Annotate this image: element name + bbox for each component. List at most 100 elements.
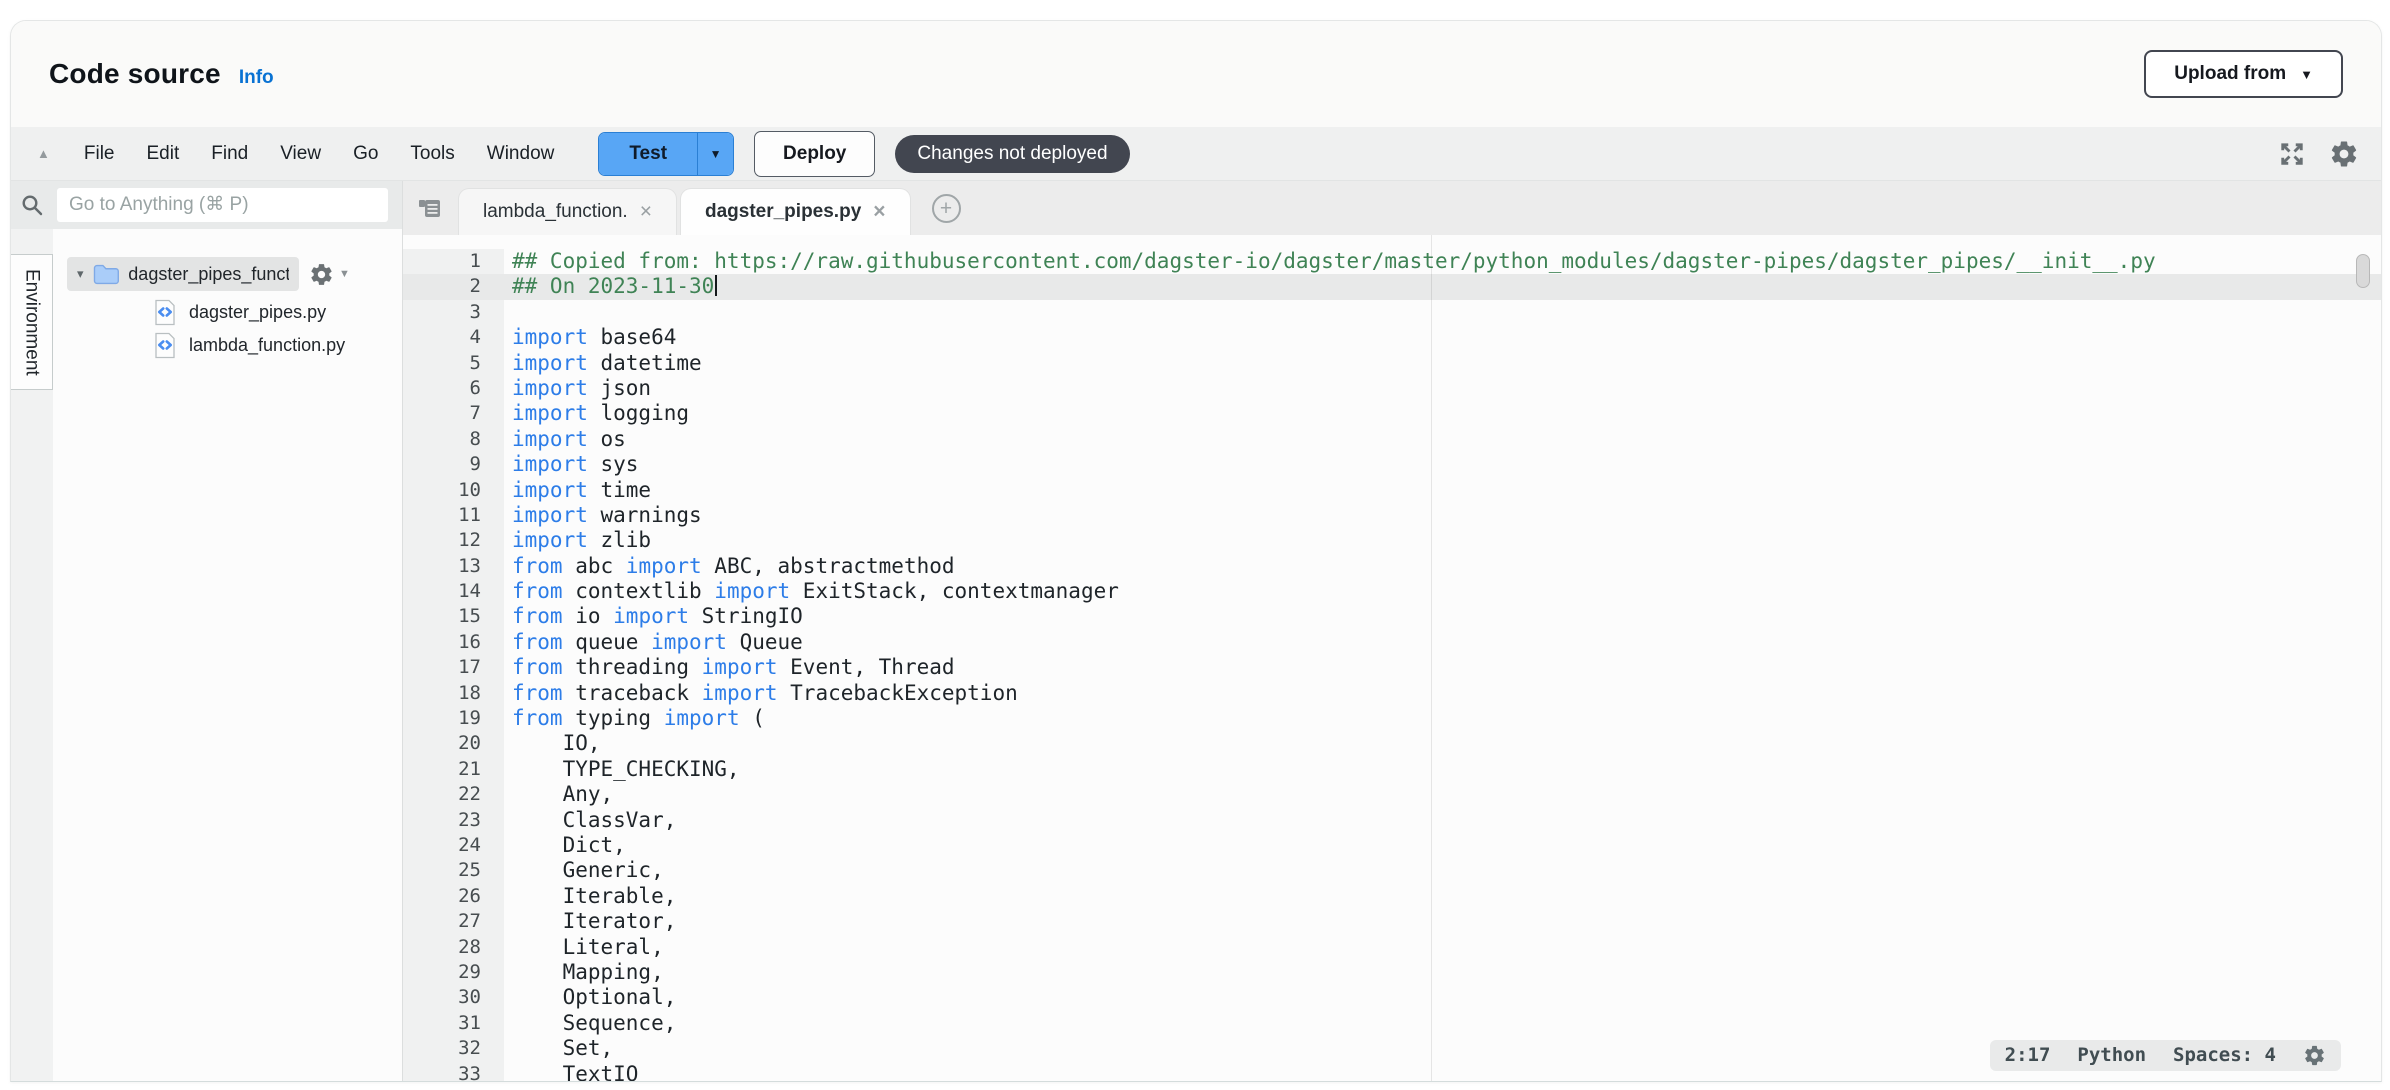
code-line[interactable]: 19from typing import (	[403, 706, 2381, 731]
code-line[interactable]: 4import base64	[403, 325, 2381, 350]
code-line-text: import logging	[504, 401, 2381, 426]
code-line-text: Iterable,	[504, 884, 2381, 909]
tab-label: dagster_pipes.py	[705, 201, 861, 223]
chevron-down-icon: ▼	[2300, 67, 2313, 82]
line-number: 20	[403, 731, 504, 756]
code-line[interactable]: 22 Any,	[403, 782, 2381, 807]
indentation-setting[interactable]: Spaces: 4	[2173, 1043, 2276, 1068]
code-line-text	[504, 300, 2381, 325]
language-mode[interactable]: Python	[2077, 1043, 2146, 1068]
info-link[interactable]: Info	[239, 67, 274, 89]
chevron-down-icon: ▼	[339, 268, 350, 280]
settings-gear-icon[interactable]	[2329, 139, 2359, 169]
code-line-text: from abc import ABC, abstractmethod	[504, 554, 2381, 579]
close-icon[interactable]: ×	[873, 200, 885, 224]
code-line[interactable]: 20 IO,	[403, 731, 2381, 756]
upload-from-button[interactable]: Upload from ▼	[2144, 50, 2343, 98]
file-explorer: ▾ dagster_pipes_funct ▼	[53, 181, 403, 1081]
code-line[interactable]: 2## On 2023-11-30	[403, 274, 2381, 299]
line-number: 25	[403, 858, 504, 883]
cursor-position[interactable]: 2:17	[2005, 1043, 2051, 1068]
line-number: 6	[403, 376, 504, 401]
line-number: 1	[403, 249, 504, 274]
menu-item-tools[interactable]: Tools	[394, 143, 470, 165]
tree-file-dagster-pipes-py[interactable]: dagster_pipes.py	[53, 296, 402, 329]
line-number: 21	[403, 757, 504, 782]
code-line[interactable]: 18from traceback import TracebackExcepti…	[403, 681, 2381, 706]
line-number: 3	[403, 300, 504, 325]
menu-item-view[interactable]: View	[264, 143, 337, 165]
code-line[interactable]: 31 Sequence,	[403, 1011, 2381, 1036]
fullscreen-icon[interactable]	[2277, 139, 2307, 169]
environment-tab[interactable]: Environment	[11, 254, 53, 390]
tab-bar: lambda_function. × dagster_pipes.py × +	[403, 181, 2381, 235]
tab-dagster-pipes-py[interactable]: dagster_pipes.py ×	[680, 188, 911, 235]
chevron-expand-icon[interactable]: ▾	[77, 266, 84, 282]
tree-file-lambda-function-py[interactable]: lambda_function.py	[53, 329, 402, 362]
code-line-text: Mapping,	[504, 960, 2381, 985]
deploy-button[interactable]: Deploy	[754, 131, 875, 177]
code-line[interactable]: 9import sys	[403, 452, 2381, 477]
code-line-text: ## Copied from: https://raw.githubuserco…	[504, 249, 2381, 274]
menu-item-go[interactable]: Go	[337, 143, 394, 165]
line-number: 12	[403, 528, 504, 553]
tree-settings-button[interactable]: ▼	[309, 262, 350, 287]
go-to-anything-input[interactable]	[57, 188, 388, 222]
code-line[interactable]: 24 Dict,	[403, 833, 2381, 858]
code-line[interactable]: 3	[403, 300, 2381, 325]
code-line[interactable]: 16from queue import Queue	[403, 630, 2381, 655]
tab-lambda-function[interactable]: lambda_function. ×	[458, 188, 677, 235]
line-number: 27	[403, 909, 504, 934]
tab-label: lambda_function.	[483, 201, 628, 223]
code-line-text: import datetime	[504, 351, 2381, 376]
menu-item-edit[interactable]: Edit	[131, 143, 196, 165]
code-line-text: TYPE_CHECKING,	[504, 757, 2381, 782]
status-gear-icon[interactable]	[2303, 1044, 2326, 1067]
menu-item-window[interactable]: Window	[471, 143, 571, 165]
code-editor[interactable]: 1## Copied from: https://raw.githubuserc…	[403, 235, 2381, 1081]
line-number: 26	[403, 884, 504, 909]
menu-item-file[interactable]: File	[68, 143, 131, 165]
code-line[interactable]: 17from threading import Event, Thread	[403, 655, 2381, 680]
code-line[interactable]: 13from abc import ABC, abstractmethod	[403, 554, 2381, 579]
code-line[interactable]: 30 Optional,	[403, 985, 2381, 1010]
search-icon	[20, 193, 44, 217]
tree-folder-dagster-pipes-function[interactable]: ▾ dagster_pipes_funct	[67, 257, 299, 291]
tab-list-icon[interactable]	[417, 195, 444, 222]
code-line[interactable]: 6import json	[403, 376, 2381, 401]
test-dropdown-button[interactable]: ▼	[697, 133, 733, 175]
code-line[interactable]: 26 Iterable,	[403, 884, 2381, 909]
code-line[interactable]: 25 Generic,	[403, 858, 2381, 883]
new-tab-button[interactable]: +	[932, 194, 961, 223]
code-line-text: Generic,	[504, 858, 2381, 883]
code-line-text: Any,	[504, 782, 2381, 807]
text-cursor	[715, 275, 717, 296]
code-line[interactable]: 10import time	[403, 478, 2381, 503]
code-line[interactable]: 29 Mapping,	[403, 960, 2381, 985]
code-line[interactable]: 12import zlib	[403, 528, 2381, 553]
code-line[interactable]: 27 Iterator,	[403, 909, 2381, 934]
code-line[interactable]: 23 ClassVar,	[403, 808, 2381, 833]
collapse-panel-icon[interactable]: ▲	[37, 146, 50, 161]
code-line[interactable]: 8import os	[403, 427, 2381, 452]
menu-bar: ▲ FileEditFindViewGoToolsWindow Test ▼ D…	[11, 127, 2381, 181]
editor-status-bar: 2:17 Python Spaces: 4	[1990, 1040, 2341, 1071]
code-line[interactable]: 15from io import StringIO	[403, 604, 2381, 629]
upload-from-label: Upload from	[2174, 63, 2286, 85]
menu-item-find[interactable]: Find	[195, 143, 264, 165]
code-line[interactable]: 7import logging	[403, 401, 2381, 426]
editor-scrollbar-thumb[interactable]	[2356, 254, 2370, 288]
code-line[interactable]: 1## Copied from: https://raw.githubuserc…	[403, 249, 2381, 274]
code-line-text: Literal,	[504, 935, 2381, 960]
line-number: 2	[403, 274, 504, 299]
test-button[interactable]: Test	[599, 133, 697, 175]
code-line[interactable]: 28 Literal,	[403, 935, 2381, 960]
code-line[interactable]: 21 TYPE_CHECKING,	[403, 757, 2381, 782]
close-icon[interactable]: ×	[640, 200, 652, 224]
test-split-button: Test ▼	[598, 132, 734, 176]
line-number: 28	[403, 935, 504, 960]
code-line[interactable]: 11import warnings	[403, 503, 2381, 528]
code-line-text: import json	[504, 376, 2381, 401]
code-line[interactable]: 14from contextlib import ExitStack, cont…	[403, 579, 2381, 604]
code-line[interactable]: 5import datetime	[403, 351, 2381, 376]
